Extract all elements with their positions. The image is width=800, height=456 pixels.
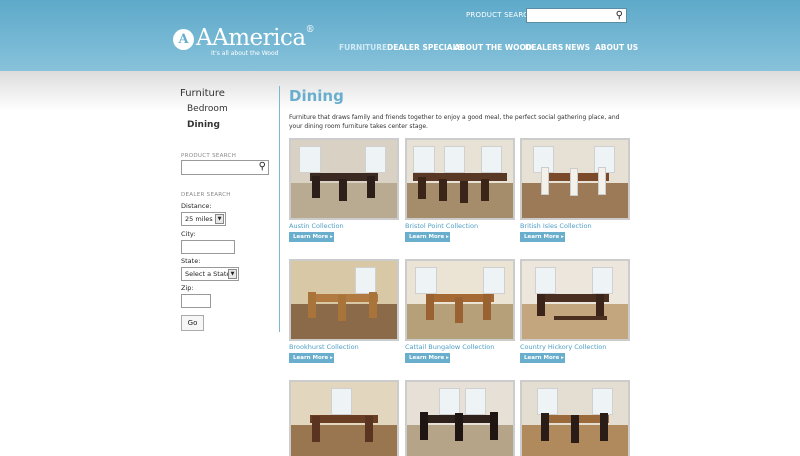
collection-image[interactable] xyxy=(405,380,515,456)
learn-more-button[interactable]: Learn More ▸ xyxy=(520,353,565,363)
collection-image[interactable] xyxy=(289,380,399,456)
intro-text: Furniture that draws family and friends … xyxy=(289,114,620,130)
logo-tagline: It's all about the Wood xyxy=(211,50,279,57)
collection-image[interactable] xyxy=(405,259,515,341)
learn-more-button[interactable]: Learn More ▸ xyxy=(289,353,334,363)
collection-image[interactable] xyxy=(520,380,630,456)
product-search-label: PRODUCT SEARCH xyxy=(181,153,237,159)
collection-link[interactable]: Brookhurst Collection xyxy=(289,343,359,351)
go-button[interactable]: Go xyxy=(181,315,204,331)
site-header: A AAmerica® It's all about the Wood PROD… xyxy=(0,0,800,71)
learn-more-button[interactable]: Learn More ▸ xyxy=(289,232,334,242)
search-icon[interactable]: ⚲ xyxy=(616,10,623,21)
logo-mark-icon: A xyxy=(173,29,194,50)
zip-label: Zip: xyxy=(181,284,194,292)
sidebar-title[interactable]: Furniture xyxy=(180,88,225,99)
collection-image[interactable] xyxy=(405,138,515,220)
collection-link[interactable]: Bristol Point Collection xyxy=(405,222,478,230)
nav-about-us[interactable]: ABOUT US xyxy=(595,43,638,55)
search-icon[interactable]: ⚲ xyxy=(259,161,266,172)
collection-link[interactable]: Cattail Bungalow Collection xyxy=(405,343,494,351)
nav-about-the-wood[interactable]: ABOUT THE WOOD xyxy=(454,43,532,55)
collection-image[interactable] xyxy=(520,138,630,220)
distance-label: Distance: xyxy=(181,202,212,210)
header-shadow xyxy=(0,71,800,111)
collection-image[interactable] xyxy=(289,138,399,220)
sidebar-item-dining[interactable]: Dining xyxy=(187,120,220,130)
page-title: Dining xyxy=(289,87,344,105)
collection-link[interactable]: Austin Collection xyxy=(289,222,344,230)
nav-dealers[interactable]: DEALERS xyxy=(525,43,563,55)
header-search-input[interactable]: ⚲ xyxy=(526,8,627,23)
state-select[interactable]: Select a State ▼ xyxy=(181,267,239,281)
dealer-search-label: DEALER SEARCH xyxy=(181,192,231,198)
nav-news[interactable]: NEWS xyxy=(565,43,590,55)
logo-wordmark: AAmerica® xyxy=(196,25,315,51)
collection-image[interactable] xyxy=(289,259,399,341)
city-label: City: xyxy=(181,230,196,238)
city-field[interactable] xyxy=(181,240,235,254)
collection-link[interactable]: Country Hickory Collection xyxy=(520,343,606,351)
product-search-input[interactable]: ⚲ xyxy=(181,160,269,175)
collection-image[interactable] xyxy=(520,259,630,341)
distance-select[interactable]: 25 miles ▼ xyxy=(181,212,226,226)
learn-more-button[interactable]: Learn More ▸ xyxy=(405,232,450,242)
sidebar-divider xyxy=(279,86,280,332)
learn-more-button[interactable]: Learn More ▸ xyxy=(520,232,565,242)
learn-more-button[interactable]: Learn More ▸ xyxy=(405,353,450,363)
zip-field[interactable] xyxy=(181,294,211,308)
chevron-down-icon: ▼ xyxy=(228,269,237,279)
collection-link[interactable]: British Isles Collection xyxy=(520,222,592,230)
state-label: State: xyxy=(181,257,201,265)
chevron-down-icon: ▼ xyxy=(215,214,224,224)
header-search-label: PRODUCT SEARCH xyxy=(466,11,534,19)
nav-furniture[interactable]: FURNITURE xyxy=(339,43,387,55)
nav-dealer-specials[interactable]: DEALER SPECIALS xyxy=(387,43,463,55)
sidebar-item-bedroom[interactable]: Bedroom xyxy=(187,104,228,114)
